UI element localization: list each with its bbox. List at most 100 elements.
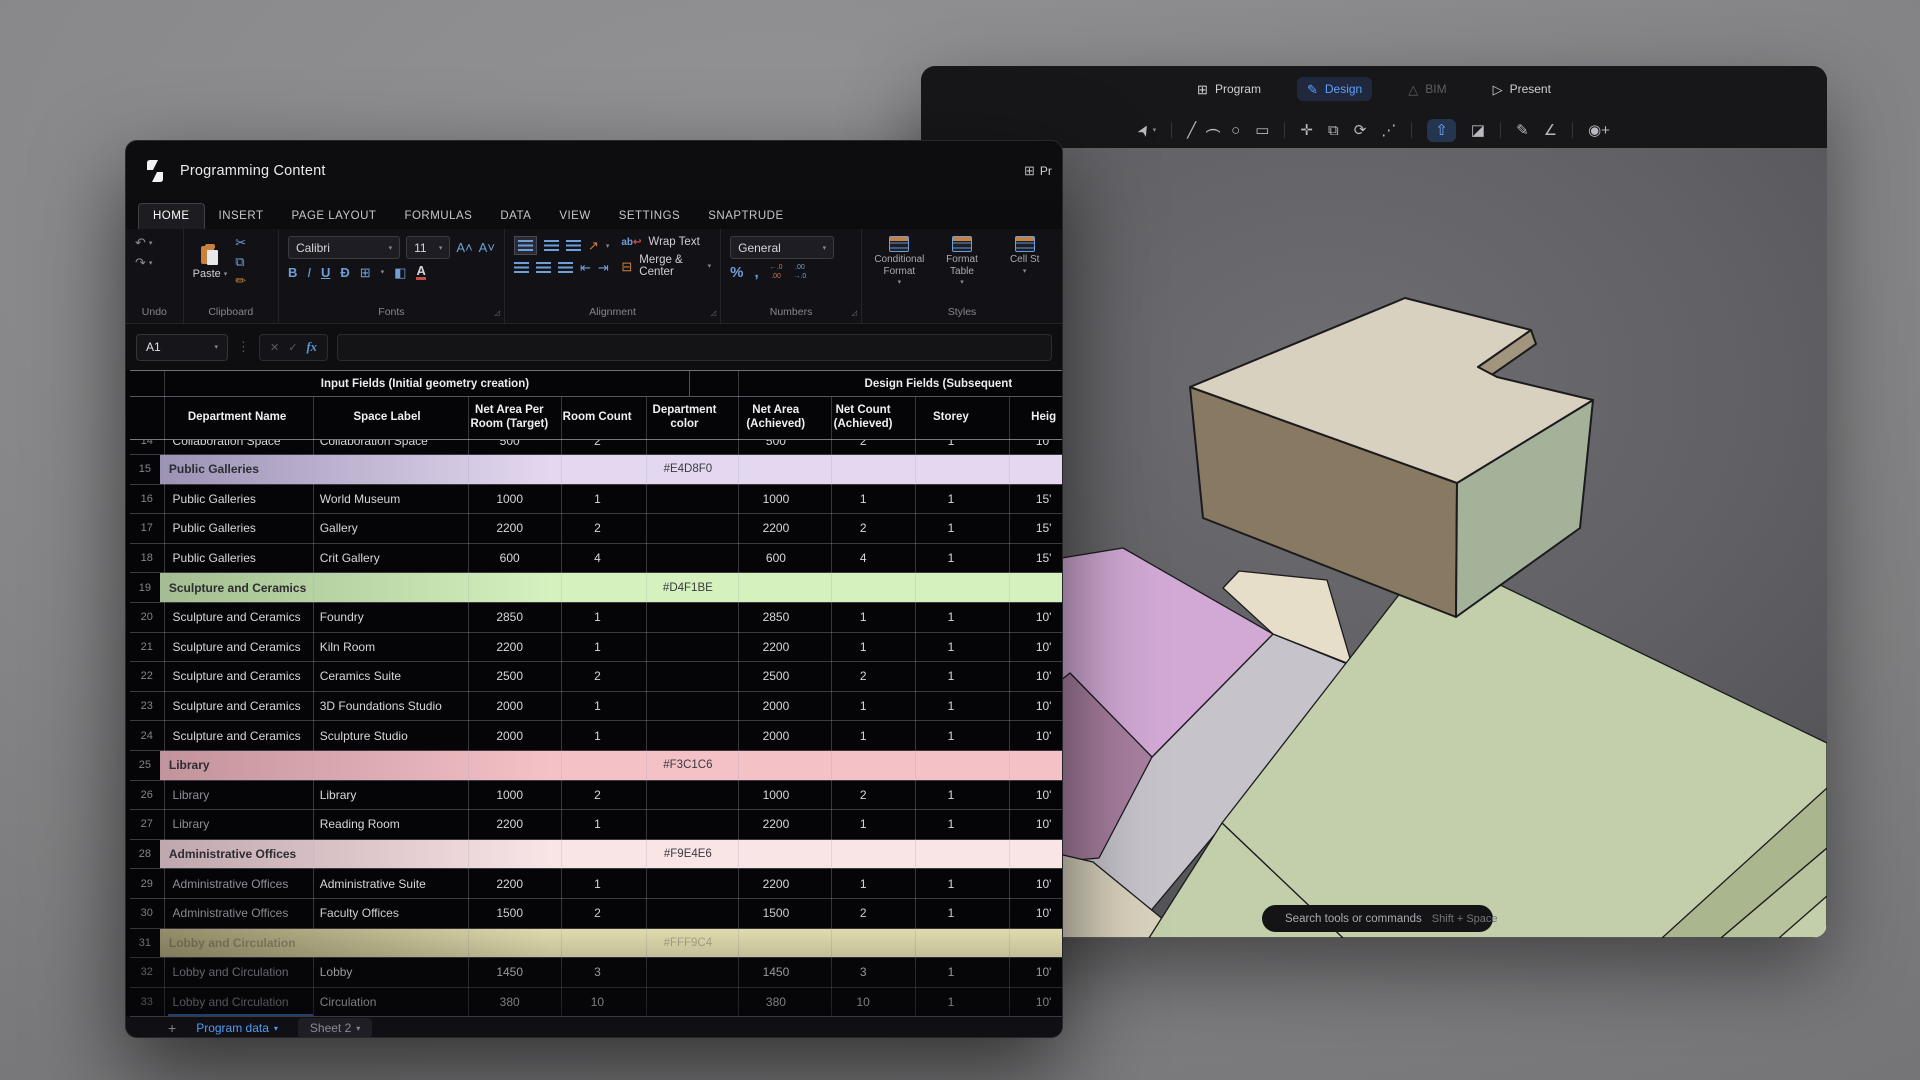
cell[interactable]: Library: [164, 810, 311, 839]
row-number[interactable]: 23: [130, 692, 164, 721]
cell[interactable]: 10': [997, 633, 1063, 662]
conditional-format-button[interactable]: Conditional Format ▾: [871, 236, 928, 287]
cell[interactable]: 1: [556, 692, 640, 721]
row-number[interactable]: 29: [130, 869, 164, 898]
cell[interactable]: Public Galleries: [164, 485, 311, 514]
font-color-icon[interactable]: A: [416, 264, 425, 280]
ribbon-tab-page-layout[interactable]: PAGE LAYOUT: [277, 204, 390, 229]
cell[interactable]: 2850: [730, 603, 822, 632]
cell[interactable]: 1000: [464, 781, 556, 810]
cell[interactable]: 3: [556, 958, 640, 987]
sheet-tab-sheet-2[interactable]: Sheet 2▾: [298, 1018, 372, 1038]
table-row[interactable]: 26LibraryLibrary1000210002110': [130, 781, 1063, 811]
cell[interactable]: 500: [464, 440, 556, 455]
cell[interactable]: 3D Foundations Studio: [311, 692, 464, 721]
cell[interactable]: Ceramics Suite: [311, 662, 464, 691]
column-header-storey[interactable]: Storey: [905, 397, 998, 439]
cell[interactable]: Administrative Offices: [164, 899, 311, 928]
column-header-net-area-achieved-[interactable]: Net Area (Achieved): [730, 397, 822, 439]
section-tool-icon[interactable]: ◪: [1471, 123, 1485, 138]
cell[interactable]: [639, 958, 730, 987]
align-bottom-icon[interactable]: [566, 240, 581, 251]
cell[interactable]: 1: [905, 988, 998, 1017]
cell[interactable]: Circulation: [311, 988, 464, 1017]
cell[interactable]: 2: [556, 899, 640, 928]
table-row[interactable]: 17Public GalleriesGallery2200222002115': [130, 514, 1063, 544]
cell[interactable]: 15': [997, 544, 1063, 573]
cell[interactable]: 10: [556, 988, 640, 1017]
table-group-row[interactable]: 15Public Galleries#E4D8F0: [130, 455, 1063, 485]
cell[interactable]: 1: [905, 603, 998, 632]
cell[interactable]: 1: [556, 485, 640, 514]
cell[interactable]: [639, 899, 730, 928]
copy-tool-icon[interactable]: ⧉: [1328, 123, 1339, 138]
fill-color-icon[interactable]: ◧: [394, 266, 406, 279]
cell[interactable]: 2850: [464, 603, 556, 632]
wrap-text-button[interactable]: ab↩ Wrap Text: [621, 236, 711, 248]
row-number[interactable]: 16: [130, 485, 164, 514]
font-name-select[interactable]: Calibri▾: [288, 236, 400, 259]
tab-program[interactable]: ⊞Program: [1187, 77, 1271, 101]
decrease-indent-icon[interactable]: ⇤: [580, 261, 591, 274]
row-number[interactable]: 27: [130, 810, 164, 839]
font-size-select[interactable]: 11▾: [406, 236, 450, 259]
italic-button[interactable]: I: [307, 265, 311, 280]
cell[interactable]: 1450: [730, 958, 822, 987]
align-left-icon[interactable]: [514, 262, 529, 273]
cell[interactable]: 10': [997, 988, 1063, 1017]
cell[interactable]: [639, 781, 730, 810]
row-number[interactable]: 21: [130, 633, 164, 662]
tab-bim[interactable]: △BIM: [1398, 77, 1456, 101]
cell[interactable]: 2: [822, 514, 905, 543]
cell[interactable]: 2200: [730, 869, 822, 898]
formula-input[interactable]: [337, 334, 1052, 361]
cell[interactable]: 10': [997, 603, 1063, 632]
dialog-launcher-icon[interactable]: ◿: [711, 309, 716, 317]
cell[interactable]: Sculpture and Ceramics: [164, 662, 311, 691]
table-row[interactable]: 27LibraryReading Room2200122001110': [130, 810, 1063, 840]
align-top-icon[interactable]: [514, 236, 537, 255]
cell[interactable]: Lobby and Circulation: [164, 958, 311, 987]
row-number[interactable]: 20: [130, 603, 164, 632]
cell[interactable]: 1: [556, 810, 640, 839]
cell[interactable]: 1450: [464, 958, 556, 987]
cell[interactable]: [639, 869, 730, 898]
cell[interactable]: Collaboration Space: [311, 440, 464, 455]
cancel-entry-icon[interactable]: ✕: [270, 341, 279, 354]
format-table-button[interactable]: Format Table ▾: [934, 236, 991, 287]
table-row[interactable]: 33Lobby and CirculationCirculation380103…: [130, 988, 1063, 1017]
table-row[interactable]: 24Sculpture and CeramicsSculpture Studio…: [130, 721, 1063, 751]
cell[interactable]: [639, 514, 730, 543]
ribbon-tab-home[interactable]: HOME: [138, 203, 205, 229]
cell[interactable]: 1: [822, 692, 905, 721]
table-row[interactable]: 18Public GalleriesCrit Gallery6004600411…: [130, 544, 1063, 574]
cell[interactable]: 2200: [730, 810, 822, 839]
cell[interactable]: 1: [905, 869, 998, 898]
decrease-font-icon[interactable]: A˅: [479, 241, 495, 254]
cell[interactable]: Administrative Suite: [311, 869, 464, 898]
cell[interactable]: Sculpture and Ceramics: [164, 692, 311, 721]
ribbon-tab-snaptrude[interactable]: SNAPTRUDE: [694, 204, 797, 229]
camera-add-tool-icon[interactable]: ◉+: [1588, 123, 1610, 138]
cell[interactable]: 1: [905, 810, 998, 839]
table-row[interactable]: 16Public GalleriesWorld Museum1000110001…: [130, 485, 1063, 515]
table-group-row[interactable]: 19Sculpture and Ceramics#D4F1BE: [130, 573, 1063, 603]
cell[interactable]: 1: [905, 440, 998, 455]
column-header-heig[interactable]: Heig: [997, 397, 1063, 439]
ribbon-tab-formulas[interactable]: FORMULAS: [390, 204, 486, 229]
cell[interactable]: 4: [556, 544, 640, 573]
arc-tool-icon[interactable]: (: [1211, 123, 1216, 138]
row-number[interactable]: 18: [130, 544, 164, 573]
cell[interactable]: 1: [822, 603, 905, 632]
column-header-room-count[interactable]: Room Count: [555, 397, 639, 439]
cell[interactable]: 10': [997, 692, 1063, 721]
cell[interactable]: Administrative Offices: [164, 869, 311, 898]
column-header-department-color[interactable]: Department color: [639, 397, 730, 439]
cell[interactable]: 2: [822, 781, 905, 810]
array-tool-icon[interactable]: ⋰: [1381, 123, 1396, 138]
rotate-tool-icon[interactable]: ⟳: [1354, 123, 1367, 138]
undo-icon[interactable]: ↶: [135, 236, 146, 249]
cell[interactable]: 2: [822, 662, 905, 691]
table-row[interactable]: 23Sculpture and Ceramics3D Foundations S…: [130, 692, 1063, 722]
sheet-tab-program-data[interactable]: Program data▾: [196, 1021, 278, 1035]
